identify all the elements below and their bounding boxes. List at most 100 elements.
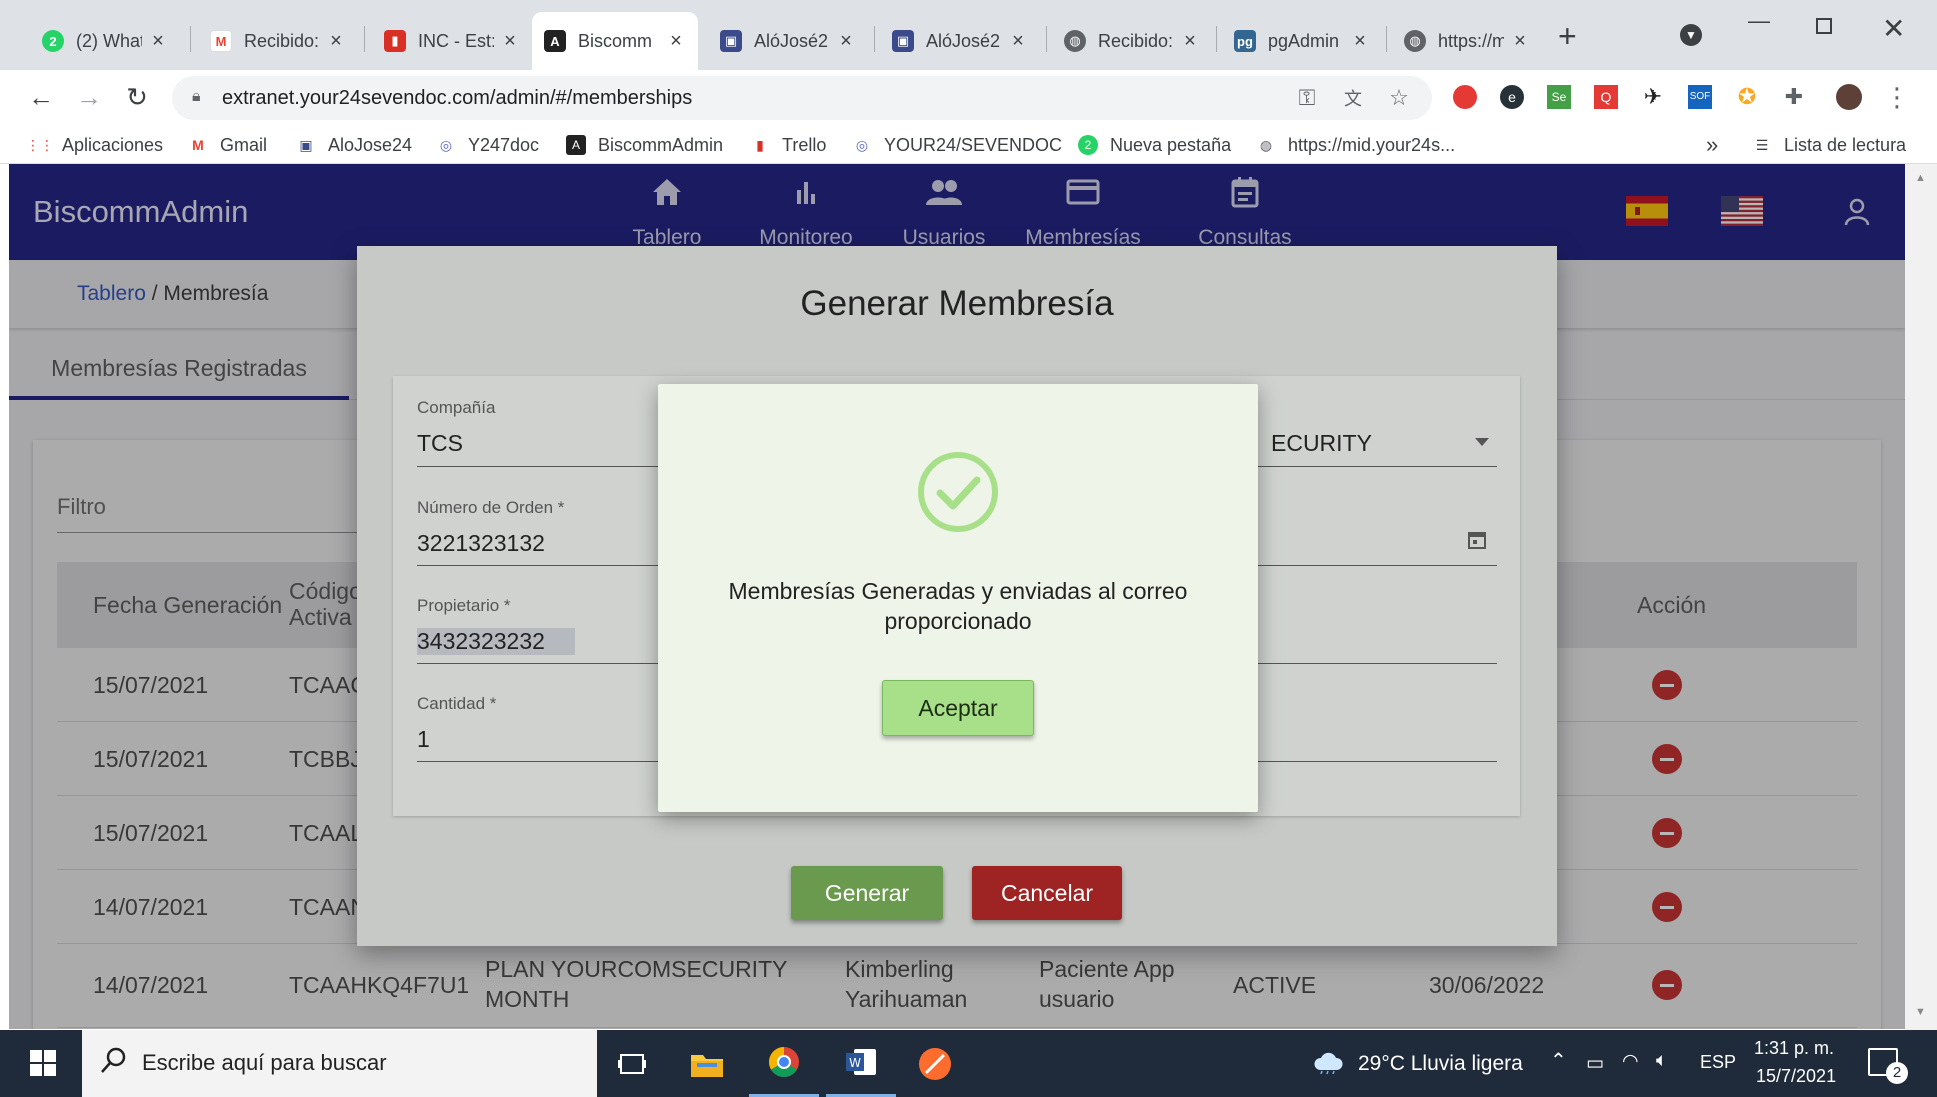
accept-button[interactable]: Aceptar — [882, 680, 1034, 736]
profile-avatar[interactable] — [1834, 82, 1864, 112]
app-icon: ▣ — [299, 136, 313, 153]
bookmark-nueva-pestana[interactable]: 2 Nueva pestaña — [1078, 132, 1231, 158]
browser-tab[interactable]: ◍ https://m × — [1392, 12, 1542, 70]
browser-tab[interactable]: M Recibido: × — [198, 12, 358, 70]
tab-title: INC - Est: — [418, 30, 494, 51]
extensions-puzzle-icon[interactable]: ✚ — [1779, 82, 1809, 112]
success-dialog: Membresías Generadas y enviadas al corre… — [658, 384, 1258, 812]
app-icon: ▣ — [892, 30, 914, 52]
tab-divider — [190, 26, 191, 52]
extension-c-icon[interactable]: ✪ — [1732, 82, 1762, 112]
language-indicator[interactable]: ESP — [1700, 1052, 1736, 1073]
generate-button[interactable]: Generar — [791, 866, 943, 920]
scroll-up-arrow-icon[interactable]: ▲ — [1915, 172, 1926, 184]
date-picker-icon[interactable] — [1467, 530, 1487, 555]
paw-app-icon[interactable] — [900, 1030, 970, 1097]
extension-red-icon[interactable] — [1450, 82, 1480, 112]
bookmark-y247doc[interactable]: ◎ Y247doc — [436, 132, 539, 158]
svg-text:W: W — [849, 1056, 861, 1070]
company-select[interactable]: TCS — [417, 430, 463, 457]
volume-icon[interactable]: 🔈︎ — [1656, 1050, 1667, 1072]
gmail-icon: M — [192, 137, 204, 153]
extension-e-icon[interactable]: e — [1497, 82, 1527, 112]
minimize-window-icon[interactable]: — — [1748, 8, 1770, 34]
bookmark-label: https://mid.your24s... — [1288, 134, 1456, 155]
quantity-input[interactable]: 1 — [417, 726, 430, 753]
browser-menu-icon[interactable]: ⋮ — [1882, 82, 1912, 112]
dialog-title: Generar Membresía — [800, 284, 1114, 323]
key-icon[interactable]: ⚿ — [1292, 83, 1322, 113]
browser-tab[interactable]: ▣ AlóJosé2 × — [880, 12, 1040, 70]
tab-title: pgAdmin — [1268, 30, 1340, 51]
check-circle-icon — [916, 450, 1000, 539]
close-tab-icon[interactable]: × — [666, 30, 686, 53]
bookmark-apps[interactable]: ⋮⋮ Aplicaciones — [26, 132, 164, 158]
windows-start-icon[interactable] — [30, 1050, 56, 1081]
extension-sof-icon[interactable]: SOF — [1685, 82, 1715, 112]
close-tab-icon[interactable]: × — [500, 30, 520, 53]
extension-q-icon[interactable]: Q — [1591, 82, 1621, 112]
browser-tab[interactable]: ◍ Recibido: × — [1052, 12, 1212, 70]
reading-list-button[interactable]: ☰ Lista de lectura — [1752, 132, 1906, 158]
close-window-icon[interactable]: ✕ — [1882, 12, 1905, 45]
bookmark-alojose24[interactable]: ▣ AloJose24 — [296, 132, 412, 158]
bookmarks-overflow-button[interactable]: » — [1706, 132, 1718, 158]
cancel-button[interactable]: Cancelar — [972, 866, 1122, 920]
file-explorer-icon[interactable] — [672, 1030, 742, 1097]
browser-toolbar: ← → ↻ 🔒︎ extranet.your24sevendoc.com/adm… — [0, 70, 1937, 126]
clock-time[interactable]: 1:31 p. m. — [1754, 1038, 1834, 1059]
tab-title: Recibido: — [244, 30, 320, 51]
bookmark-label: Aplicaciones — [62, 134, 164, 155]
word-icon[interactable]: W — [826, 1030, 896, 1097]
clock-date[interactable]: 15/7/2021 — [1756, 1066, 1836, 1087]
page-scrollbar[interactable]: ▲ ▼ — [1905, 164, 1937, 1030]
extension-se-icon[interactable]: Se — [1544, 82, 1574, 112]
owner-input[interactable]: 3432323232 — [417, 628, 575, 655]
new-tab-button[interactable]: + — [1558, 18, 1577, 55]
search-placeholder: Escribe aquí para buscar — [142, 1050, 387, 1075]
bookmark-gmail[interactable]: M Gmail — [188, 132, 267, 158]
close-tab-icon[interactable]: × — [836, 30, 856, 53]
bookmark-your24sevendoc[interactable]: ◎ YOUR24/SEVENDOC — [852, 132, 1062, 158]
dropdown-arrow-icon[interactable] — [1475, 438, 1489, 446]
plan-select[interactable]: ECURITY — [1271, 430, 1372, 457]
close-tab-icon[interactable]: × — [1510, 30, 1530, 53]
scroll-down-arrow-icon[interactable]: ▼ — [1915, 1006, 1926, 1018]
browser-tab[interactable]: pg pgAdmin × — [1222, 12, 1382, 70]
close-tab-icon[interactable]: × — [1008, 30, 1028, 53]
close-tab-icon[interactable]: × — [1180, 30, 1200, 53]
battery-icon[interactable]: ▭ — [1586, 1052, 1604, 1075]
whatsapp-icon: 2 — [42, 30, 64, 52]
bookmark-trello[interactable]: ▮ Trello — [750, 132, 826, 158]
weather-text[interactable]: 29°C Lluvia ligera — [1358, 1052, 1523, 1076]
close-tab-icon[interactable]: × — [326, 30, 346, 53]
extension-arrow-icon[interactable]: ✈ — [1638, 82, 1668, 112]
browser-tab[interactable]: ▮ INC - Est: × — [372, 12, 532, 70]
browser-tab[interactable]: 2 (2) What: × — [30, 12, 180, 70]
restore-window-icon[interactable] — [1816, 18, 1832, 34]
back-icon[interactable]: ← — [26, 82, 56, 112]
task-view-icon[interactable] — [597, 1030, 667, 1097]
notification-count: 2 — [1886, 1062, 1908, 1084]
tab-search-icon[interactable]: ▼ — [1680, 24, 1702, 46]
browser-tab[interactable]: ▣ AlóJosé2 × — [708, 12, 868, 70]
browser-tab-active[interactable]: A Biscomm × — [532, 12, 698, 70]
whatsapp-icon: 2 — [1078, 135, 1098, 155]
globe-icon: ◍ — [1259, 136, 1273, 153]
close-tab-icon[interactable]: × — [1350, 30, 1370, 53]
wifi-icon[interactable]: ◠ — [1622, 1050, 1639, 1073]
order-number-input[interactable]: 3221323132 — [417, 530, 545, 557]
forward-icon[interactable]: → — [74, 82, 104, 112]
address-bar[interactable]: 🔒︎ extranet.your24sevendoc.com/admin/#/m… — [172, 76, 1432, 120]
close-tab-icon[interactable]: × — [148, 30, 168, 53]
quantity-right-underline — [1253, 761, 1497, 762]
bookmark-biscommadmin[interactable]: A BiscommAdmin — [566, 132, 723, 158]
weather-cloud-icon[interactable] — [1312, 1050, 1344, 1079]
bookmark-star-icon[interactable]: ☆ — [1384, 83, 1414, 113]
reload-icon[interactable]: ↻ — [122, 82, 152, 112]
taskbar-search[interactable]: Escribe aquí para buscar — [82, 1030, 597, 1097]
translate-icon[interactable]: 文 — [1338, 83, 1368, 113]
bookmark-mid-your24s[interactable]: ◍ https://mid.your24s... — [1256, 132, 1455, 158]
tray-chevron-icon[interactable]: ⌃ — [1550, 1048, 1567, 1073]
chrome-icon[interactable] — [749, 1030, 819, 1097]
